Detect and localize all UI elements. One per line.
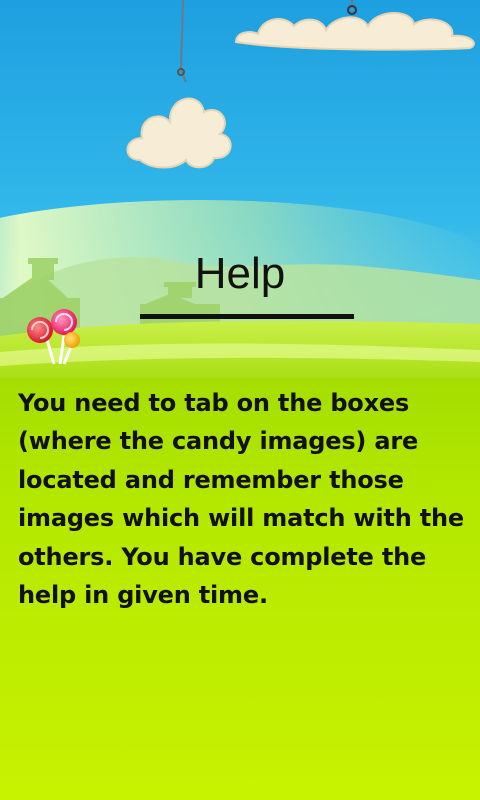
title-underline — [140, 314, 354, 319]
help-description: You need to tab on the boxes (where the … — [18, 389, 464, 610]
page-title: Help — [194, 249, 286, 298]
